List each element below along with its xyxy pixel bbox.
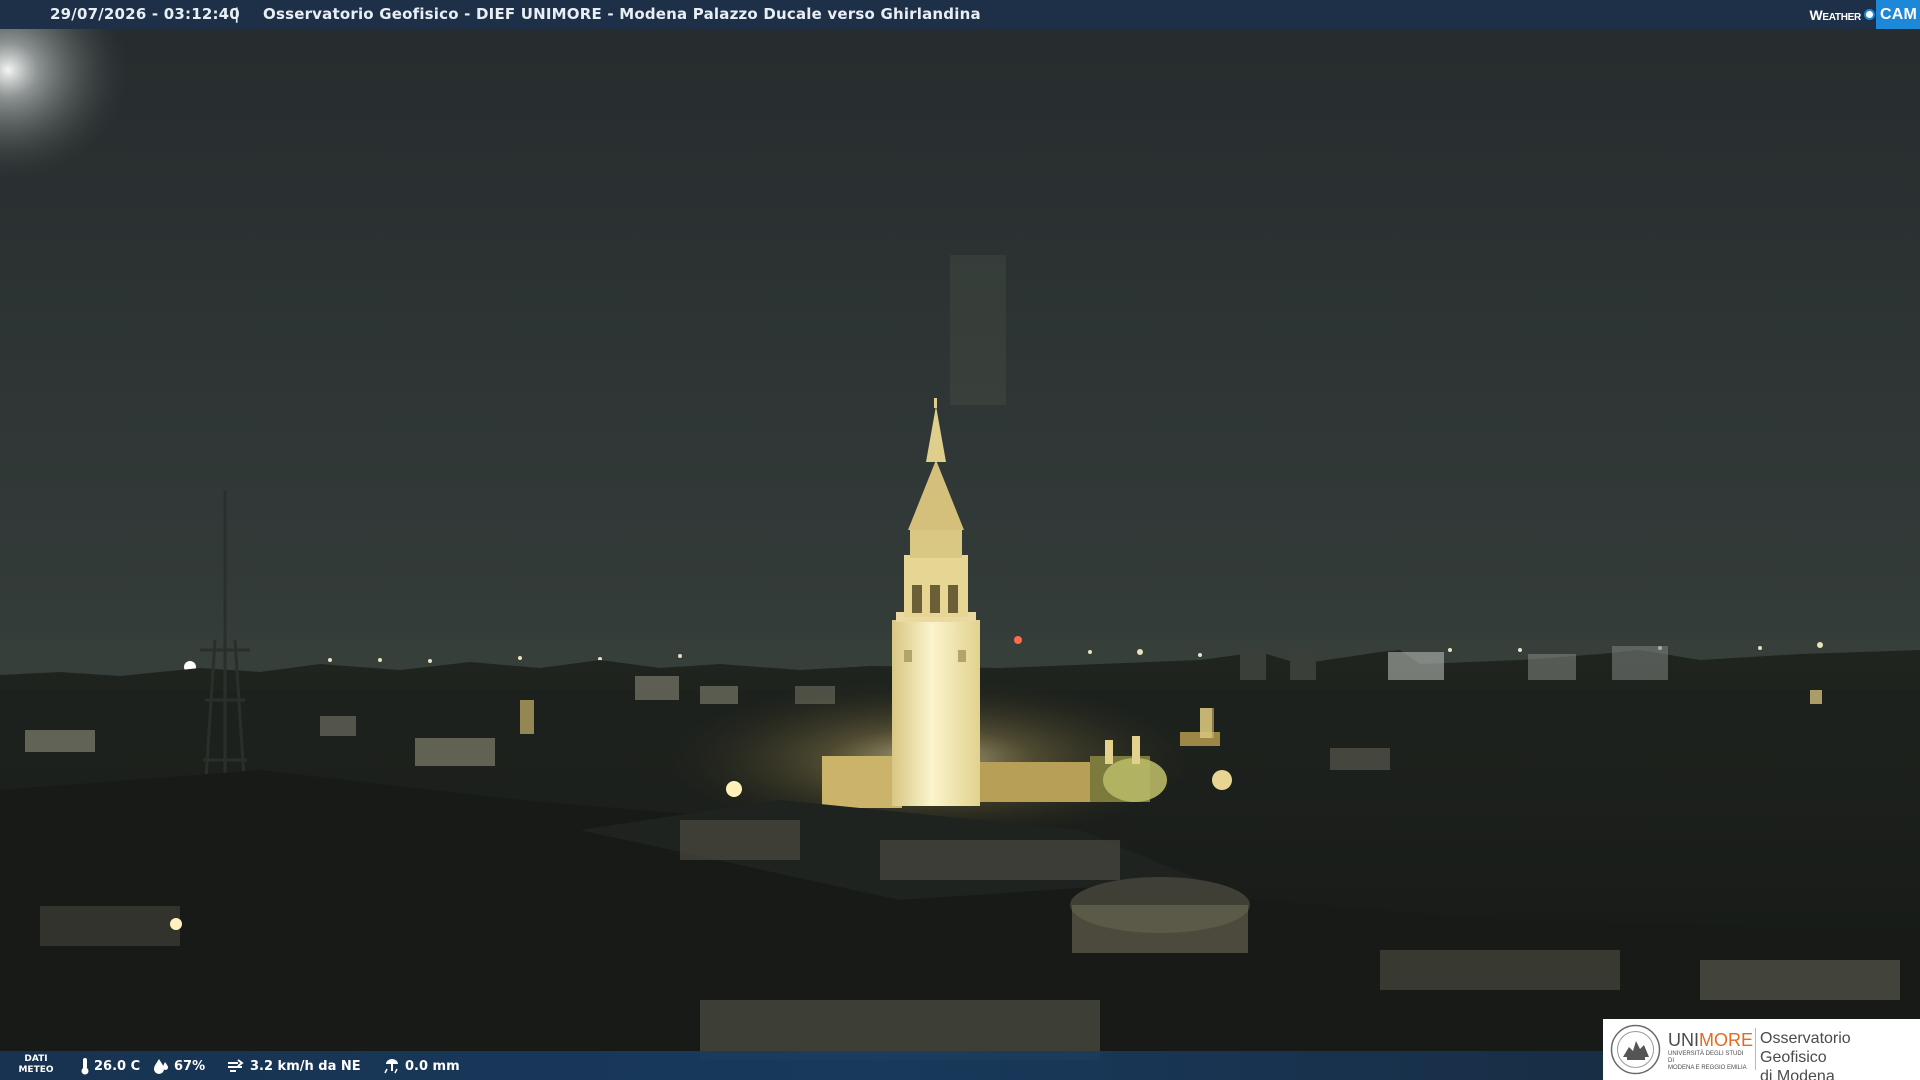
- brand-cam-text: CAM: [1875, 0, 1920, 29]
- timestamp: 29/07/2026 - 03:12:40: [50, 5, 240, 23]
- university-line1: UNIVERSITÀ DEGLI STUDI DI: [1668, 1051, 1744, 1064]
- unimore-text-uni: UNI: [1668, 1030, 1699, 1050]
- wind-value: 3.2 km/h da NE: [250, 1058, 361, 1074]
- weather-caption-line1: DATI: [24, 1054, 48, 1064]
- thermometer-icon: [81, 1058, 89, 1075]
- rain-value: 0.0 mm: [405, 1058, 460, 1074]
- observatory-line1: Osservatorio Geofisico: [1760, 1030, 1851, 1066]
- unimore-wordmark: UNIMORE: [1668, 1030, 1753, 1051]
- weather-data-bar: DATI METEO 26.0 C 67% 3.2 km/h da NE 0.0…: [0, 1051, 1603, 1080]
- temperature-value: 26.0 C: [94, 1058, 141, 1074]
- university-line2: MODENA E REGGIO EMILIA: [1668, 1065, 1747, 1071]
- logo-divider: [1755, 1028, 1756, 1070]
- observatory-line2: di Modena: [1760, 1068, 1835, 1080]
- brand-weather-text: Weather: [1809, 6, 1861, 23]
- institution-logo: UNIMORE UNIVERSITÀ DEGLI STUDI DI MODENA…: [1603, 1019, 1920, 1080]
- webcam-image: [0, 0, 1920, 1080]
- observatory-name: Osservatorio Geofisico di Modena: [1760, 1029, 1920, 1080]
- humidity-drop-icon: [154, 1059, 168, 1074]
- brand-dot-icon: [1863, 9, 1875, 20]
- wind-reading: 3.2 km/h da NE: [226, 1057, 361, 1075]
- faint-light-trail: [950, 255, 1006, 405]
- humidity-reading: 67%: [152, 1057, 205, 1075]
- university-name: UNIVERSITÀ DEGLI STUDI DI MODENA E REGGI…: [1668, 1051, 1750, 1072]
- rain-gauge-icon: [384, 1059, 398, 1074]
- temperature-reading: 26.0 C: [80, 1057, 140, 1075]
- camera-title: Osservatorio Geofisico - DIEF UNIMORE - …: [263, 5, 981, 23]
- wind-icon: [228, 1059, 244, 1072]
- university-seal-icon: [1610, 1024, 1661, 1075]
- humidity-value: 67%: [174, 1058, 206, 1074]
- weather-caption-line2: METEO: [18, 1065, 54, 1075]
- weather-caption: DATI METEO: [8, 1054, 64, 1076]
- unimore-text-more: MORE: [1699, 1030, 1753, 1050]
- weathercam-logo: Weather CAM: [1809, 0, 1920, 29]
- caption-separator: |: [234, 5, 240, 23]
- rain-reading: 0.0 mm: [383, 1057, 460, 1075]
- caption-bar: 29/07/2026 - 03:12:40 | Osservatorio Geo…: [0, 0, 1920, 29]
- webcam-frame: 29/07/2026 - 03:12:40 | Osservatorio Geo…: [0, 0, 1920, 1080]
